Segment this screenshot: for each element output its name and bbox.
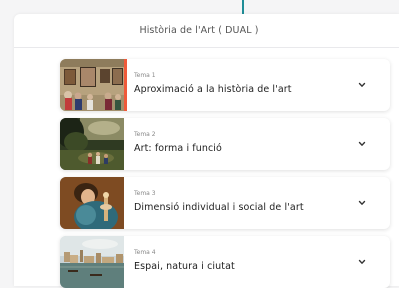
topic-title: Espai, natura i ciutat xyxy=(134,261,235,272)
topic-card-1[interactable]: Tema 1 Aproximació a la història de l'ar… xyxy=(60,59,390,111)
topic-card-3[interactable]: Tema 3 Dimensió individual i social de l… xyxy=(60,177,390,229)
topic-title: Art: forma i funció xyxy=(134,143,222,154)
course-panel: Història de l'Art ( DUAL ) Tema 1 Aproxi… xyxy=(14,14,399,288)
topic-title: Aproximació a la història de l'art xyxy=(134,84,292,95)
chevron-down-icon[interactable] xyxy=(358,140,366,148)
chevron-down-icon[interactable] xyxy=(358,199,366,207)
chevron-down-icon[interactable] xyxy=(358,81,366,89)
page-title: Història de l'Art ( DUAL ) xyxy=(139,25,259,36)
topic-card-4[interactable]: Tema 4 Espai, natura i ciutat xyxy=(60,236,390,288)
selected-accent-bar xyxy=(124,59,127,111)
topic-number: Tema 3 xyxy=(134,190,156,197)
topic-thumbnail-cityscape xyxy=(60,236,124,288)
topic-number: Tema 4 xyxy=(134,249,156,256)
topic-card-2[interactable]: Tema 2 Art: forma i funció xyxy=(60,118,390,170)
topic-thumbnail-portrait xyxy=(60,177,124,229)
topic-thumbnail-gallery xyxy=(60,59,124,111)
header-accent-line xyxy=(242,0,244,14)
topic-title: Dimensió individual i social de l'art xyxy=(134,202,304,213)
chevron-down-icon[interactable] xyxy=(358,258,366,266)
topic-number: Tema 2 xyxy=(134,131,156,138)
title-divider xyxy=(14,47,399,48)
topic-number: Tema 1 xyxy=(134,72,156,79)
topic-thumbnail-landscape xyxy=(60,118,124,170)
